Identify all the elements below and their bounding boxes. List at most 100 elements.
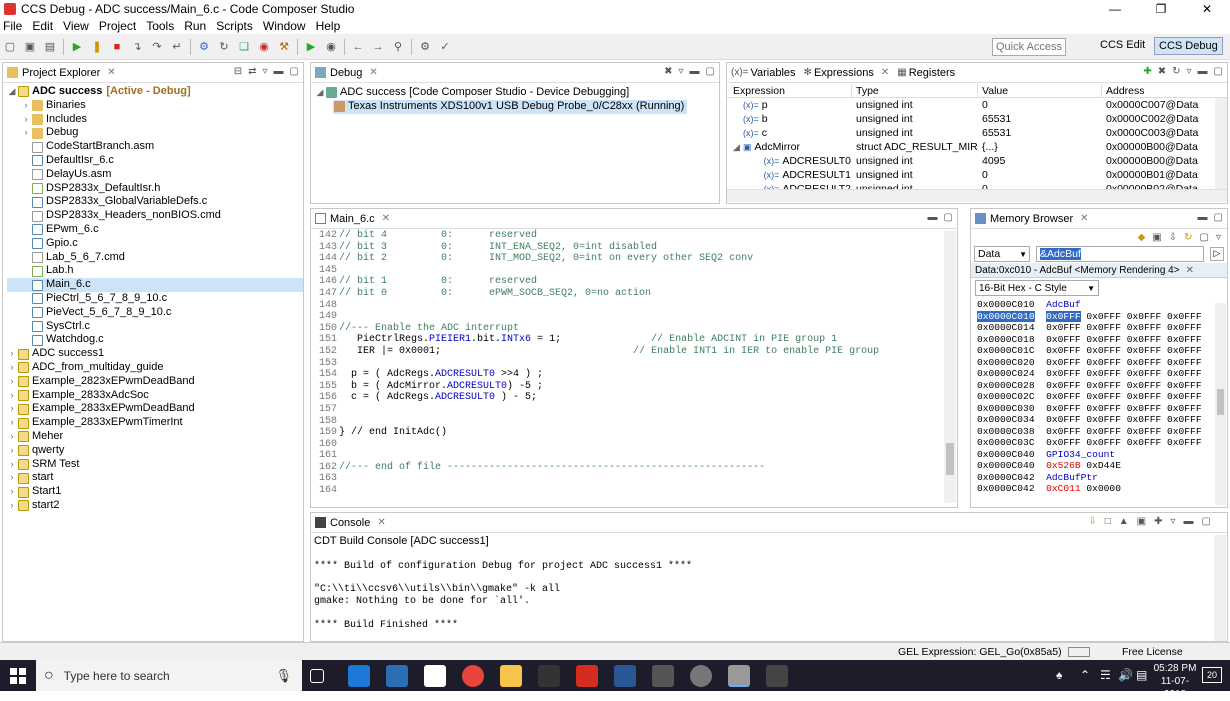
chevron-right-icon[interactable]: › bbox=[21, 126, 31, 140]
file-item[interactable]: › Binaries bbox=[7, 99, 303, 113]
code-line[interactable]: 149 bbox=[315, 311, 957, 323]
tab-registers[interactable]: Registers bbox=[909, 67, 955, 79]
memory-row[interactable]: 0x0000C028 0x0FFF 0x0FFF 0x0FFF 0x0FFF bbox=[977, 380, 1227, 392]
menu-project[interactable]: Project bbox=[99, 19, 136, 33]
memory-value[interactable]: 0x0FFF bbox=[1086, 380, 1121, 391]
refresh-icon[interactable]: ↻ bbox=[1172, 66, 1180, 77]
memory-value[interactable]: 0x0FFF bbox=[1086, 334, 1121, 345]
close-icon[interactable]: ✕ bbox=[1186, 265, 1194, 276]
file-item[interactable]: DSP2833x_GlobalVariableDefs.c bbox=[7, 195, 303, 209]
file-item[interactable]: DSP2833x_Headers_nonBIOS.cmd bbox=[7, 209, 303, 223]
memory-value[interactable]: 0x0FFF bbox=[1086, 426, 1121, 437]
memory-row[interactable]: 0x0000C030 0x0FFF 0x0FFF 0x0FFF 0x0FFF bbox=[977, 403, 1227, 415]
memory-value[interactable]: 0x0FFF bbox=[1046, 322, 1081, 333]
close-icon[interactable]: ✕ bbox=[107, 67, 115, 78]
memory-row[interactable]: 0x0000C042 0xC011 0x0000 bbox=[977, 483, 1227, 494]
file-item[interactable]: SysCtrl.c bbox=[7, 320, 303, 334]
code-line[interactable]: 161 bbox=[315, 450, 957, 462]
target-icon[interactable]: ◉ bbox=[323, 39, 339, 55]
go-icon[interactable]: ▷ bbox=[1210, 247, 1224, 261]
chevron-right-icon[interactable]: › bbox=[7, 444, 17, 458]
save-all-icon[interactable]: ▤ bbox=[42, 39, 58, 55]
step-return-icon[interactable]: ↵ bbox=[169, 39, 185, 55]
step-over-icon[interactable]: ↷ bbox=[149, 39, 165, 55]
tools-icon[interactable]: ⚙ bbox=[417, 39, 433, 55]
maximize-icon[interactable]: ▢ bbox=[944, 212, 953, 223]
chevron-right-icon[interactable]: › bbox=[7, 430, 17, 444]
memory-value[interactable]: 0x0FFF bbox=[1046, 334, 1081, 345]
minimize-icon[interactable]: ▬ bbox=[1184, 516, 1194, 527]
memory-value[interactable]: 0x0FFF bbox=[1046, 426, 1081, 437]
add-expression-icon[interactable]: ✚ bbox=[1143, 66, 1151, 77]
expression-value[interactable]: 4095 bbox=[977, 154, 1101, 168]
chevron-right-icon[interactable]: › bbox=[21, 113, 31, 127]
acrobat-icon[interactable] bbox=[576, 665, 598, 687]
media-player-icon[interactable] bbox=[538, 665, 560, 687]
windows-start-icon[interactable] bbox=[10, 668, 26, 684]
code-line[interactable]: 143// bit 3 0: INT_ENA_SEQ2, 0=int disab… bbox=[315, 242, 957, 254]
memory-value[interactable]: 0x0000 bbox=[1086, 483, 1121, 494]
memory-browser-tab[interactable]: Memory Browser ✕ ▬ ▢ bbox=[971, 209, 1227, 229]
file-item[interactable]: DefaultIsr_6.c bbox=[7, 154, 303, 168]
memory-row[interactable]: 0x0000C018 0x0FFF 0x0FFF 0x0FFF 0x0FFF bbox=[977, 334, 1227, 346]
open-console-icon[interactable]: ✚ bbox=[1154, 516, 1162, 527]
code-line[interactable]: 147// bit 0 0: ePWM_SOCB_SEQ2, 0=no acti… bbox=[315, 288, 957, 300]
collapse-all-icon[interactable]: ⊟ bbox=[234, 66, 242, 77]
chevron-right-icon[interactable]: › bbox=[7, 416, 17, 430]
expression-value[interactable]: 65531 bbox=[977, 126, 1101, 140]
code-line[interactable]: 158 bbox=[315, 416, 957, 428]
memory-value[interactable]: 0x0FFF bbox=[1127, 357, 1162, 368]
memory-value[interactable]: 0x0FFF bbox=[1127, 426, 1162, 437]
memory-row[interactable]: 0x0000C01C 0x0FFF 0x0FFF 0x0FFF 0x0FFF bbox=[977, 345, 1227, 357]
editor-tab[interactable]: Main_6.c ✕ ▬ ▢ bbox=[311, 209, 957, 229]
memory-page-select[interactable]: Data ▼ bbox=[974, 246, 1030, 262]
memory-value[interactable]: 0x0FFF bbox=[1046, 380, 1081, 391]
chevron-down-icon[interactable]: ◢ bbox=[7, 85, 17, 99]
console-scrollbar[interactable] bbox=[1214, 535, 1226, 641]
memory-new-tab-icon[interactable]: ◆ bbox=[1138, 232, 1146, 243]
view-menu-icon[interactable]: ▿ bbox=[263, 66, 268, 77]
memory-value[interactable]: 0xD44E bbox=[1086, 460, 1121, 471]
column-address[interactable]: Address bbox=[1101, 84, 1213, 97]
memory-value[interactable]: 0x0FFF bbox=[1046, 357, 1081, 368]
memory-value[interactable]: 0x0FFF bbox=[1046, 368, 1081, 379]
memory-value[interactable]: 0x526B bbox=[1046, 460, 1081, 471]
code-line[interactable]: 145 bbox=[315, 265, 957, 277]
view-menu-icon[interactable]: ▿ bbox=[1171, 516, 1176, 527]
build-icon[interactable]: ⚒ bbox=[276, 39, 292, 55]
maximize-icon[interactable]: ▢ bbox=[1202, 516, 1211, 527]
perspective-ccs-debug[interactable]: CCS Debug bbox=[1154, 37, 1223, 55]
file-item[interactable]: Gpio.c bbox=[7, 237, 303, 251]
memory-value[interactable]: 0x0FFF bbox=[1127, 345, 1162, 356]
file-item[interactable]: PieVect_5_6_7_8_9_10.c bbox=[7, 306, 303, 320]
project-item[interactable]: › start2 bbox=[7, 499, 303, 513]
minimize-icon[interactable]: ▬ bbox=[1198, 66, 1208, 77]
memory-value[interactable]: 0x0FFF bbox=[1167, 334, 1202, 345]
file-item[interactable]: Main_6.c bbox=[7, 278, 303, 292]
chevron-right-icon[interactable]: › bbox=[7, 361, 17, 375]
project-item[interactable]: › Example_2833xAdcSoc bbox=[7, 389, 303, 403]
tab-variables[interactable]: Variables bbox=[751, 67, 796, 79]
project-item[interactable]: › ADC_from_multiday_guide bbox=[7, 361, 303, 375]
scroll-lock-icon[interactable]: ⇩ bbox=[1088, 516, 1096, 527]
mail-icon[interactable] bbox=[424, 665, 446, 687]
expression-value[interactable]: 0 bbox=[977, 98, 1101, 112]
expressions-scrollbar[interactable] bbox=[1215, 98, 1227, 189]
memory-pin-icon[interactable]: ▢ bbox=[1200, 232, 1209, 243]
expression-row[interactable]: (x)= ADCRESULT1 unsigned int 0 0x00000B01@Da… bbox=[727, 168, 1227, 182]
expression-value[interactable]: {...} bbox=[977, 140, 1101, 154]
chevron-right-icon[interactable]: › bbox=[7, 389, 17, 403]
menu-tools[interactable]: Tools bbox=[146, 19, 174, 33]
minimize-icon[interactable]: ▬ bbox=[1198, 212, 1208, 223]
file-item[interactable]: Watchdog.c bbox=[7, 333, 303, 347]
view-menu-icon[interactable]: ▿ bbox=[1216, 232, 1221, 243]
search-icon[interactable]: ⚲ bbox=[390, 39, 406, 55]
memory-value[interactable]: 0x0FFF bbox=[1127, 403, 1162, 414]
people-icon[interactable]: ♠ bbox=[1056, 668, 1062, 682]
taskbar-search[interactable]: ○ Type here to search 🎙 bbox=[36, 660, 302, 691]
code-line[interactable]: 153 bbox=[315, 358, 957, 370]
debug-tab[interactable]: Debug ✕ ✖ ▿ ▬ ▢ bbox=[311, 63, 719, 83]
task-view-icon[interactable] bbox=[310, 669, 324, 683]
notification-center-icon[interactable]: 20 bbox=[1202, 667, 1222, 683]
memory-rendering-tab[interactable]: Data:0xc010 - AdcBuf <Memory Rendering 4… bbox=[971, 263, 1227, 278]
